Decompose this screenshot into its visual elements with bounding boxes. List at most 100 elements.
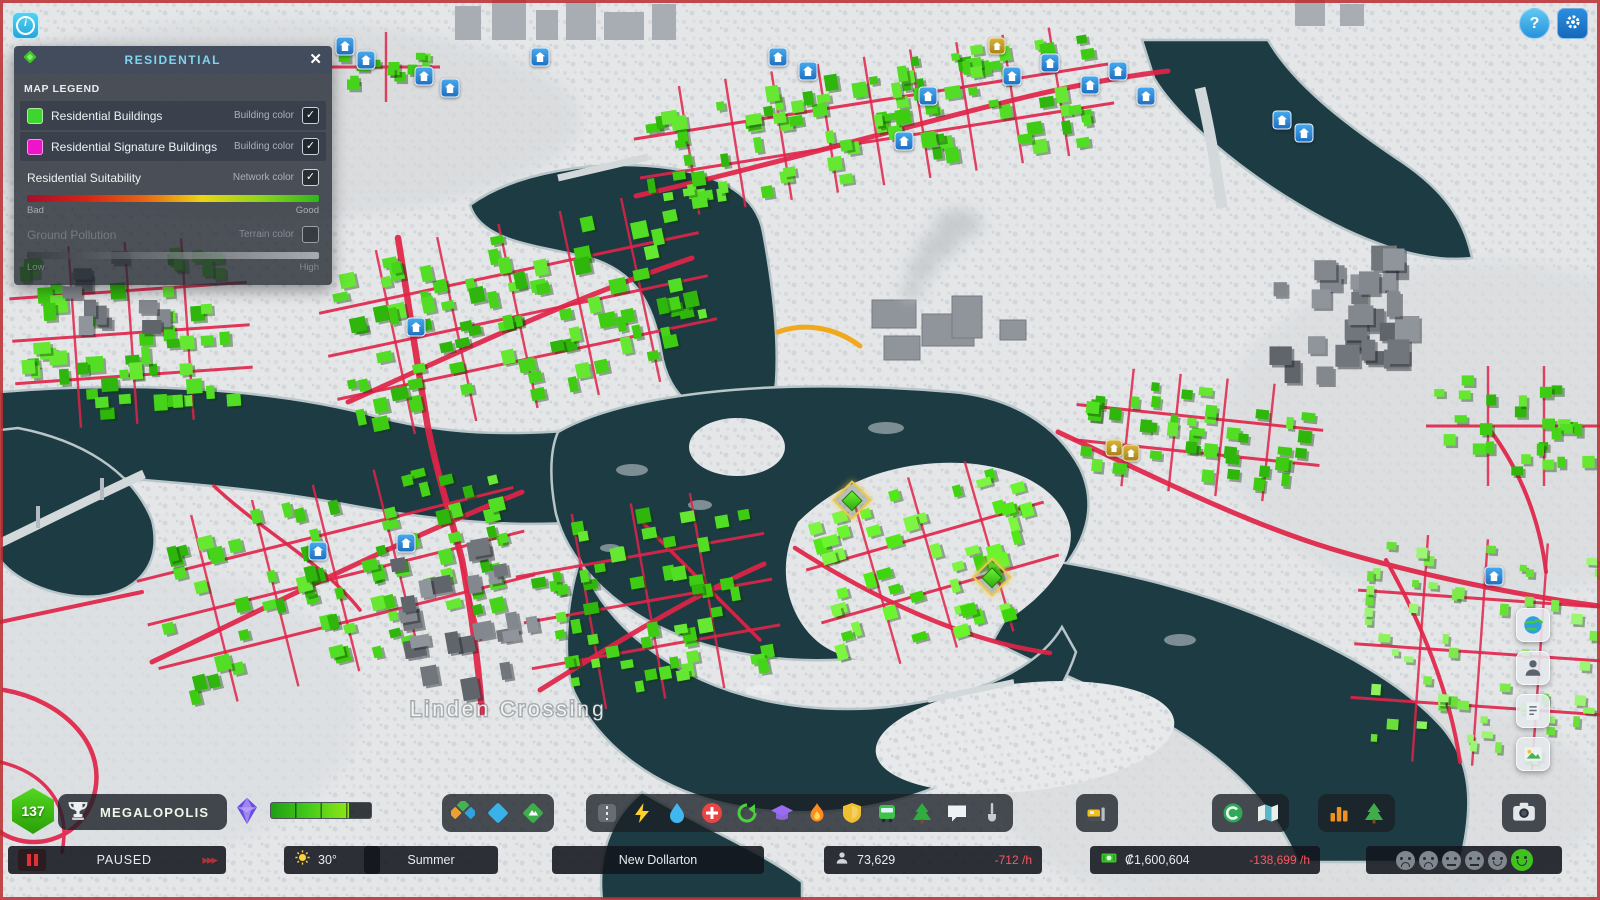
service-building-marker[interactable] bbox=[1040, 53, 1060, 73]
info-icon: i bbox=[16, 16, 35, 35]
statistics-panel-icon[interactable] bbox=[1323, 797, 1355, 829]
legend-checkbox[interactable] bbox=[302, 226, 319, 243]
service-building-marker[interactable] bbox=[1272, 110, 1292, 130]
service-building-marker[interactable] bbox=[1108, 61, 1128, 81]
population-rate: -712 /h bbox=[994, 853, 1032, 867]
happiness-face-happy bbox=[1487, 850, 1507, 870]
landmark-marker[interactable] bbox=[1122, 444, 1140, 462]
residential-overlay-icon bbox=[22, 49, 38, 70]
time-controls: PAUSED ▸▸▸ bbox=[8, 846, 226, 874]
journal-button[interactable] bbox=[1516, 694, 1550, 728]
legend-row: Residential Suitability Network color ✓ bbox=[20, 163, 326, 192]
progress-fill bbox=[271, 803, 349, 818]
pause-button[interactable] bbox=[18, 849, 46, 871]
service-building-marker[interactable] bbox=[918, 86, 938, 106]
service-building-marker[interactable] bbox=[396, 533, 416, 553]
legend-mode-label: Terrain color bbox=[238, 229, 294, 240]
legend-row: Residential Signature Buildings Building … bbox=[20, 132, 326, 161]
service-building-marker[interactable] bbox=[798, 61, 818, 81]
speed-control-icon[interactable]: ▸▸▸ bbox=[202, 852, 218, 868]
city-name-display[interactable]: New Dollarton bbox=[552, 846, 764, 874]
economy-panel-icon[interactable] bbox=[1217, 797, 1249, 829]
population-display[interactable]: 73,629 -712 /h bbox=[824, 846, 1042, 874]
police-tool-icon[interactable] bbox=[836, 797, 868, 829]
map-overlays-icon[interactable] bbox=[1358, 797, 1390, 829]
garbage-tool-icon[interactable] bbox=[731, 797, 763, 829]
game-screen: Linden Crossing i RESIDENTIAL ✕ MAP LEGE… bbox=[0, 0, 1600, 900]
communications-tool-icon[interactable] bbox=[941, 797, 973, 829]
population-icon bbox=[834, 850, 850, 871]
roads-tool-icon[interactable] bbox=[591, 797, 623, 829]
follow-citizen-button[interactable] bbox=[1516, 651, 1550, 685]
transportation-tool-icon[interactable] bbox=[871, 797, 903, 829]
education-tool-icon[interactable] bbox=[766, 797, 798, 829]
globe-button[interactable] bbox=[1516, 608, 1550, 642]
happiness-face-neutral bbox=[1464, 850, 1484, 870]
sun-icon bbox=[294, 849, 311, 871]
legend-row-label: Ground Pollution bbox=[27, 227, 117, 242]
healthcare-tool-icon[interactable] bbox=[696, 797, 728, 829]
service-building-marker[interactable] bbox=[1002, 66, 1022, 86]
parks-recreation-tool-icon[interactable] bbox=[906, 797, 938, 829]
level-value: 137 bbox=[21, 803, 45, 819]
photo-gallery-button[interactable] bbox=[1516, 737, 1550, 771]
pollution-gradient-bar bbox=[27, 252, 319, 259]
legend-row: Residential Buildings Building color ✓ bbox=[20, 101, 326, 130]
service-building-marker[interactable] bbox=[1136, 86, 1156, 106]
terrain-tool-icon[interactable] bbox=[517, 797, 549, 829]
city-information-panel-icon[interactable] bbox=[1252, 797, 1284, 829]
happiness-face-neutral bbox=[1441, 850, 1461, 870]
achievements-button[interactable] bbox=[64, 797, 92, 828]
legend-checkbox[interactable]: ✓ bbox=[302, 107, 319, 124]
districts-tool-icon[interactable] bbox=[482, 797, 514, 829]
milestone-crystal-icon[interactable] bbox=[232, 796, 262, 826]
legend-row-label: Residential Buildings bbox=[51, 108, 163, 123]
water-sewage-tool-icon[interactable] bbox=[661, 797, 693, 829]
population-value: 73,629 bbox=[857, 853, 896, 867]
settings-button[interactable] bbox=[1557, 8, 1588, 39]
legend-checkbox[interactable]: ✓ bbox=[302, 138, 319, 155]
service-building-marker[interactable] bbox=[308, 541, 328, 561]
toolbar-group bbox=[586, 794, 1013, 832]
bulldozer-tool-icon[interactable] bbox=[1081, 797, 1113, 829]
happiness-faces bbox=[1395, 850, 1507, 870]
legend-row-label: Residential Suitability bbox=[27, 170, 142, 185]
landmark-marker[interactable] bbox=[988, 37, 1006, 55]
legend-scale-labels: Bad Good bbox=[27, 205, 319, 216]
service-building-marker[interactable] bbox=[1080, 75, 1100, 95]
service-building-marker[interactable] bbox=[768, 47, 788, 67]
budget-display[interactable]: ₡1,600,604 -138,699 /h bbox=[1090, 846, 1320, 874]
zoning-tool-icon[interactable] bbox=[447, 797, 479, 829]
service-building-marker[interactable] bbox=[335, 36, 355, 56]
help-button[interactable]: ? bbox=[1519, 8, 1550, 39]
service-building-marker[interactable] bbox=[406, 317, 426, 337]
landmark-marker[interactable] bbox=[1105, 439, 1123, 457]
legend-checkbox[interactable]: ✓ bbox=[302, 169, 319, 186]
trophy-icon bbox=[66, 799, 90, 826]
status-bar: PAUSED ▸▸▸ 30° Summer New Dollarton 73,6… bbox=[0, 846, 1600, 876]
service-building-marker[interactable] bbox=[530, 47, 550, 67]
season-label: Summer bbox=[407, 853, 455, 867]
service-building-marker[interactable] bbox=[414, 66, 434, 86]
side-buttons bbox=[1516, 608, 1550, 771]
budget-value: ₡1,600,604 bbox=[1125, 853, 1190, 867]
service-building-marker[interactable] bbox=[1484, 566, 1504, 586]
service-building-marker[interactable] bbox=[356, 50, 376, 70]
close-icon[interactable]: ✕ bbox=[307, 52, 324, 67]
season-display[interactable]: Summer bbox=[364, 846, 498, 874]
info-button[interactable]: i bbox=[12, 12, 39, 39]
service-building-marker[interactable] bbox=[894, 131, 914, 151]
legend-row-label: Residential Signature Buildings bbox=[51, 139, 218, 154]
toolbar-group bbox=[442, 794, 554, 832]
photo-mode-button[interactable] bbox=[1502, 794, 1546, 832]
service-building-marker[interactable] bbox=[440, 78, 460, 98]
legend-panel-title: RESIDENTIAL bbox=[124, 52, 221, 67]
xp-level-badge[interactable]: 137 bbox=[12, 788, 54, 834]
electricity-tool-icon[interactable] bbox=[626, 797, 658, 829]
happiness-display[interactable] bbox=[1366, 846, 1562, 874]
landscaping-tool-icon[interactable] bbox=[976, 797, 1008, 829]
temperature-value: 30° bbox=[318, 853, 337, 867]
fire-rescue-tool-icon[interactable] bbox=[801, 797, 833, 829]
service-building-marker[interactable] bbox=[1294, 123, 1314, 143]
milestone-progress-bar bbox=[270, 802, 372, 819]
